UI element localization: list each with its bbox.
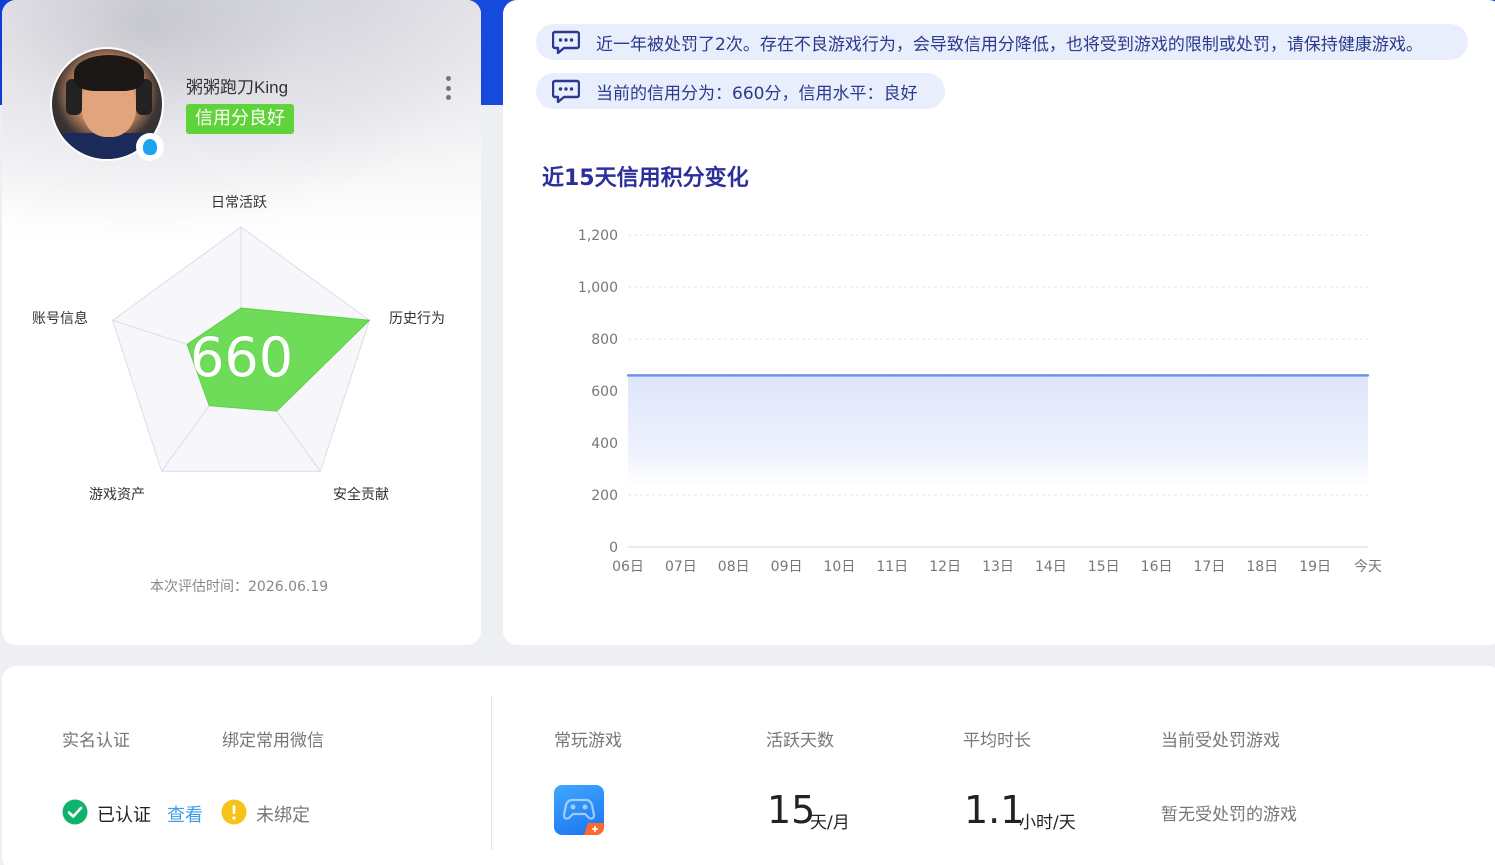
x-tick-label: 09日 [771,559,803,575]
verified-status: 已认证 [97,805,151,826]
y-tick-label: 1,000 [578,280,618,296]
data-point[interactable] [732,374,735,377]
y-tick-label: 200 [591,488,618,504]
evaluation-time: 本次评估时间：2026.06.19 [150,579,329,595]
y-tick-label: 800 [591,332,618,348]
y-tick-label: 400 [591,436,618,452]
x-tick-label: 14日 [1035,559,1067,575]
series-area [628,375,1368,487]
game-app-icon[interactable] [554,785,604,835]
data-point[interactable] [785,374,788,377]
radar-label-daily-active: 日常活跃 [211,195,267,211]
data-point[interactable] [996,374,1000,377]
penalized-games-value: 暂无受处罚的游戏 [1161,805,1297,825]
penalized-games-label: 当前受处罚游戏 [1161,731,1280,751]
x-tick-label: 12日 [929,559,961,575]
account-stats-card [2,666,1495,865]
x-tick-label: 13日 [982,559,1014,575]
warning-icon [221,799,247,825]
active-days-value: 15 [767,788,816,832]
data-point[interactable] [1313,374,1317,377]
radar-label-account: 账号信息 [32,311,88,327]
chart-title: 近15天信用积分变化 [542,166,749,191]
data-point[interactable] [1049,374,1053,377]
check-circle-icon [62,799,88,825]
penalty-notice: 近一年被处罚了2次。存在不良游戏行为，会导致信用分降低，也将受到游戏的限制或处罚… [536,24,1468,60]
data-point[interactable] [891,374,894,377]
x-tick-label: 今天 [1354,559,1382,575]
active-days-label: 活跃天数 [766,731,834,751]
gamepad-icon [562,798,604,835]
score-notice-text: 当前的信用分为：660分，信用水平：良好 [596,83,918,104]
x-tick-label: 18日 [1246,559,1278,575]
credit-score: 660 [190,326,294,389]
section-divider [491,696,492,850]
data-point[interactable] [1261,374,1264,377]
x-tick-label: 07日 [665,559,697,575]
y-tick-label: 1,200 [578,228,618,244]
data-point[interactable] [838,374,841,377]
penalty-notice-text: 近一年被处罚了2次。存在不良游戏行为，会导致信用分降低，也将受到游戏的限制或处罚… [596,34,1423,55]
x-tick-label: 17日 [1194,559,1226,575]
credit-trend-chart: 0 200 400 600 800 1,000 1,200 06日 07日 08日 09日 10日 11… [578,228,1382,575]
y-tick-label: 0 [609,540,618,556]
data-point[interactable] [679,374,683,377]
score-notice: 当前的信用分为：660分，信用水平：良好 [536,73,945,109]
radar-label-security: 安全贡献 [333,487,389,503]
x-tick-label: 11日 [876,559,908,575]
avg-duration-value: 1.1 [964,788,1025,832]
y-tick-label: 600 [591,384,618,400]
x-tick-label: 08日 [718,559,750,575]
data-point[interactable] [1155,374,1158,377]
data-point[interactable] [1208,374,1211,377]
x-tick-label: 16日 [1141,559,1173,575]
x-tick-label: 06日 [612,559,644,575]
avg-duration-unit: 小时/天 [1019,813,1076,833]
x-tick-label: 19日 [1299,559,1331,575]
radar-label-history: 历史行为 [389,311,445,327]
data-point[interactable] [1102,374,1105,377]
data-point[interactable] [626,374,630,377]
view-link[interactable]: 查看 [167,801,203,827]
active-days-unit: 天/月 [810,813,850,833]
wechat-status: 未绑定 [256,805,310,826]
data-point[interactable] [943,374,947,377]
x-tick-label: 15日 [1088,559,1120,575]
message-icon [552,79,580,103]
wechat-label: 绑定常用微信 [222,731,324,751]
radar-label-assets: 游戏资产 [89,487,145,503]
data-point[interactable] [1366,374,1370,377]
message-icon [552,30,580,54]
x-tick-label: 10日 [824,559,856,575]
frequent-game-label: 常玩游戏 [554,731,622,751]
real-name-label: 实名认证 [62,731,130,751]
avg-duration-label: 平均时长 [963,731,1031,751]
